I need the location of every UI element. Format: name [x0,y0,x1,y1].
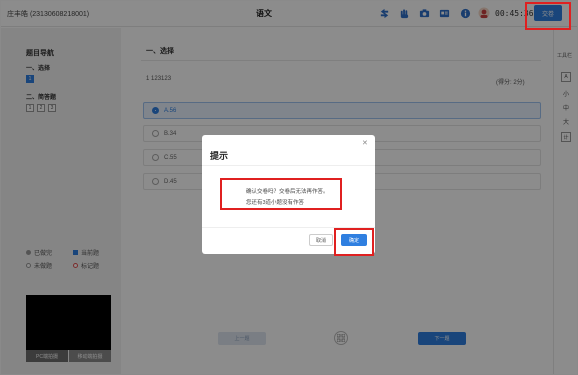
cancel-button[interactable]: 取消 [309,234,333,246]
dialog-title: 提示 [210,151,229,161]
dialog-divider [202,165,375,166]
highlight-confirm-button [334,228,374,256]
app-window: 庄丰皓 (23130608218001) 语文 00:45:36 交卷 题目导航… [0,0,578,375]
highlight-submit-button [525,2,571,30]
highlight-dialog-message [220,178,342,210]
close-icon[interactable]: ✕ [362,139,368,147]
